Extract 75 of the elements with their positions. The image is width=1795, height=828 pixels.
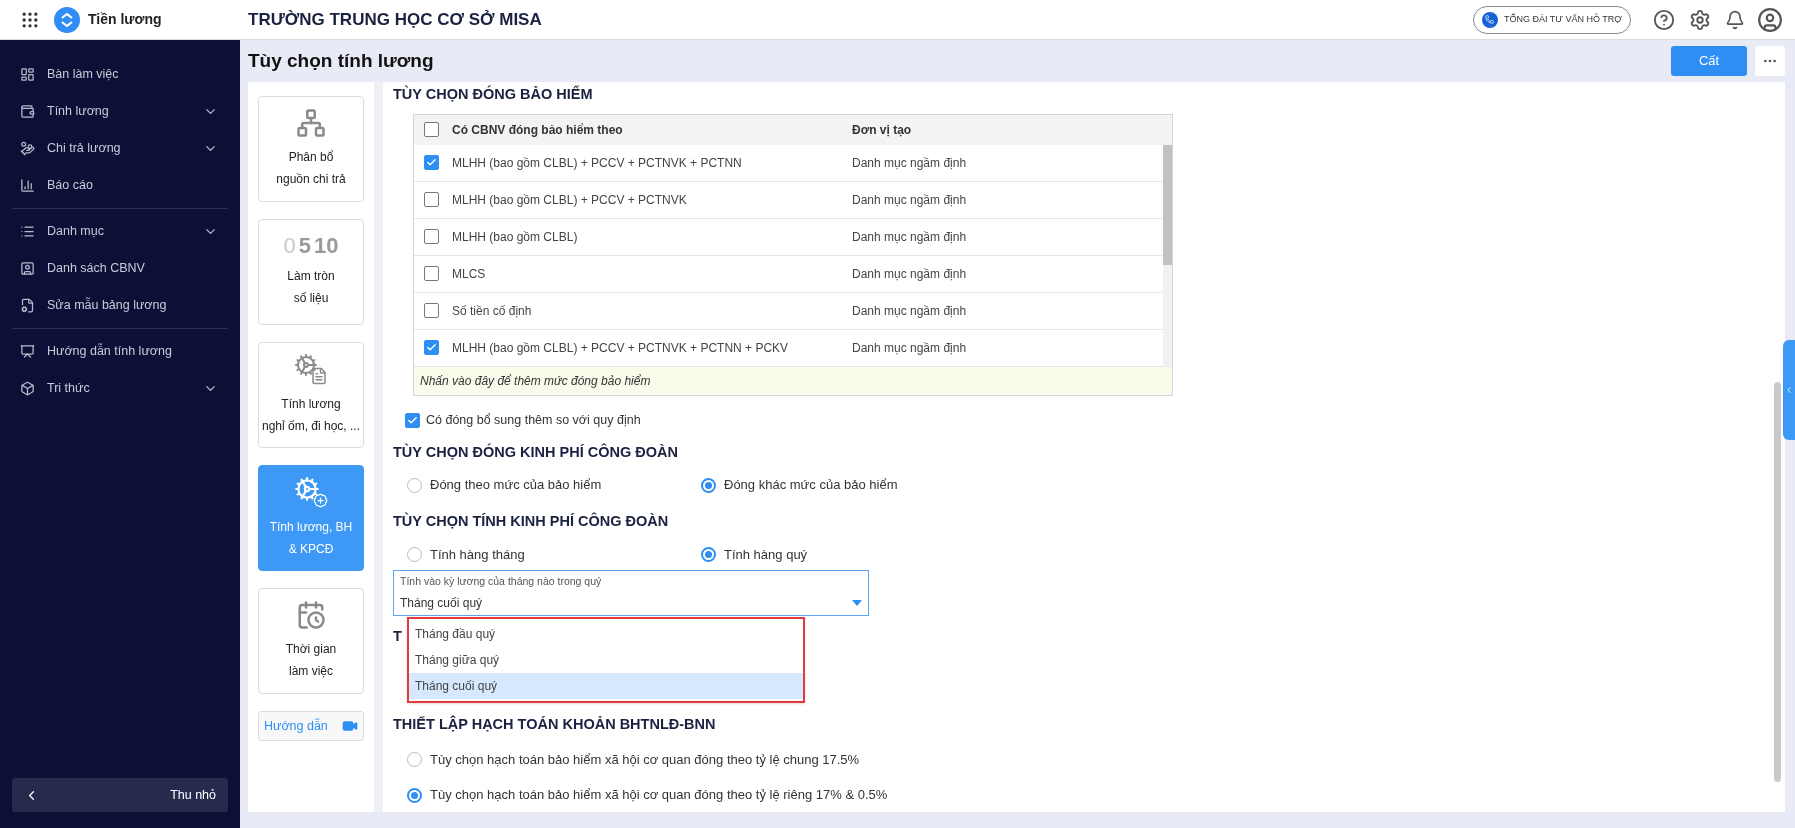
list-icon: [20, 224, 35, 239]
radio-label: Tính hàng quý: [724, 545, 808, 564]
settings-icon[interactable]: [1689, 8, 1711, 31]
table-cell-text: Danh mục ngầm định: [852, 302, 967, 320]
add-row-hint[interactable]: Nhấn vào đây để thêm mức đóng bảo hiểm: [414, 366, 1172, 395]
table-cell-text: MLHH (bao gồm CLBL) + PCCV + PCTNVK + PCTNN: [452, 154, 743, 172]
section-heading: TÙY CHỌN TÍNH KINH PHÍ CÔNG ĐOÀN: [393, 511, 669, 531]
table-cell-text: MLHH (bao gồm CLBL) + PCCV + PCTNVK + PCTNN + PCKV: [452, 339, 790, 357]
dropdown-option[interactable]: Tháng đầu quý: [409, 621, 803, 647]
checkbox[interactable]: [424, 266, 439, 282]
chevron-left-icon: [1784, 385, 1794, 395]
checkbox[interactable]: [424, 155, 439, 171]
user-avatar-icon[interactable]: [1757, 6, 1783, 33]
sidebar-item[interactable]: Sửa mẫu bảng lương: [12, 287, 228, 324]
sidebar-item[interactable]: Tính lương: [12, 93, 228, 130]
side-panel-toggle[interactable]: [1783, 340, 1795, 440]
dropdown-caret-icon[interactable]: [852, 599, 862, 606]
checkbox[interactable]: [424, 303, 439, 319]
column-header: Có CBNV đóng bảo hiểm theo: [452, 121, 624, 139]
gear-document-icon: [294, 353, 328, 385]
section-heading: TÙY CHỌN ĐÓNG BẢO HIỂM: [393, 84, 593, 104]
notification-bell-icon[interactable]: [1725, 9, 1745, 30]
section-heading: TÙY CHỌN ĐÓNG KINH PHÍ CÔNG ĐOÀN: [393, 442, 678, 462]
app-name: Tiền lương: [88, 10, 163, 29]
checkbox[interactable]: [424, 192, 439, 208]
table-cell-text: MLHH (bao gồm CLBL) + PCCV + PCTNVK: [452, 191, 688, 209]
table-cell-text: MLHH (bao gồm CLBL): [452, 228, 579, 246]
section-heading: T: [393, 627, 402, 646]
sidebar-item[interactable]: Danh mục: [12, 213, 228, 250]
section-heading: THIẾT LẬP HẠCH TOÁN KHOẢN BHTNLĐ-BNN: [393, 714, 716, 734]
radio-label: Tùy chọn hạch toán bảo hiểm xã hội cơ quan đóng theo tỷ lệ chung 17.5%: [430, 750, 860, 769]
table-cell-text: Danh mục ngầm định: [852, 191, 967, 209]
sidebar-item[interactable]: Tri thức: [12, 370, 228, 407]
radio-button[interactable]: [701, 546, 716, 562]
gear-plus-icon: [294, 476, 328, 508]
collapse-button[interactable]: Thu nhỏ: [12, 778, 228, 812]
radio-label: Đóng theo mức của bảo hiểm: [430, 476, 602, 495]
sidebar-item[interactable]: Bàn làm việc: [12, 56, 228, 93]
table-cell-text: Danh mục ngầm định: [852, 228, 967, 246]
column-header: Đơn vị tạo: [852, 121, 912, 139]
option-card[interactable]: Phân bổ nguồn chi trả: [258, 96, 364, 202]
app-logo-icon: [54, 6, 80, 33]
table-cell-text: Danh mục ngầm định: [852, 339, 967, 357]
wallet-icon: [20, 104, 35, 119]
dropdown-option[interactable]: Tháng giữa quý: [409, 647, 803, 673]
option-card[interactable]: Tính lương nghỉ ốm, đi học, ...: [258, 342, 364, 448]
organization-name: TRƯỜNG TRUNG HỌC CƠ SỞ MISA: [248, 8, 542, 31]
radio-button[interactable]: [701, 477, 716, 493]
radio-label: Đóng khác mức của bảo hiểm: [724, 476, 898, 495]
network-icon: [296, 108, 326, 138]
checkbox[interactable]: [424, 122, 439, 138]
radio-label: Tính hàng tháng: [430, 545, 525, 564]
checkbox[interactable]: [424, 229, 439, 245]
checkbox[interactable]: [424, 340, 439, 356]
radio-button[interactable]: [407, 787, 422, 803]
calendar-clock-icon: [296, 600, 326, 630]
phone-icon: [1481, 11, 1498, 28]
table-cell-text: Danh mục ngầm định: [852, 154, 967, 172]
sidebar-item[interactable]: Chi trả lương: [12, 130, 228, 167]
table-cell-text: Danh mục ngầm định: [852, 265, 967, 283]
checkbox[interactable]: [405, 412, 420, 428]
dropdown-option[interactable]: Tháng cuối quý: [409, 673, 803, 699]
checkbox-label: Có đóng bổ sung thêm so với quy định: [426, 411, 641, 429]
page-title: Tùy chọn tính lương: [248, 48, 435, 73]
table-cell-text: MLCS: [452, 265, 487, 283]
radio-label: Tùy chọn hạch toán bảo hiểm xã hội cơ quan đóng theo tỷ lệ riêng 17% & 0.5%: [430, 786, 888, 805]
option-card[interactable]: Thời gian làm việc: [258, 588, 364, 694]
help-icon[interactable]: [1653, 8, 1675, 31]
month-select-field[interactable]: Tính vào kỳ lương của tháng nào trong quý Tháng cuối quý: [393, 570, 869, 616]
sidebar-item[interactable]: Hướng dẫn tính lương: [12, 333, 228, 370]
checkmark-icon: [407, 414, 418, 426]
sidebar-item[interactable]: Danh sách CBNV: [12, 250, 228, 287]
video-camera-icon: [341, 718, 358, 734]
table-cell-text: Số tiền cố định: [452, 302, 533, 320]
sidebar-item[interactable]: Báo cáo: [12, 167, 228, 204]
